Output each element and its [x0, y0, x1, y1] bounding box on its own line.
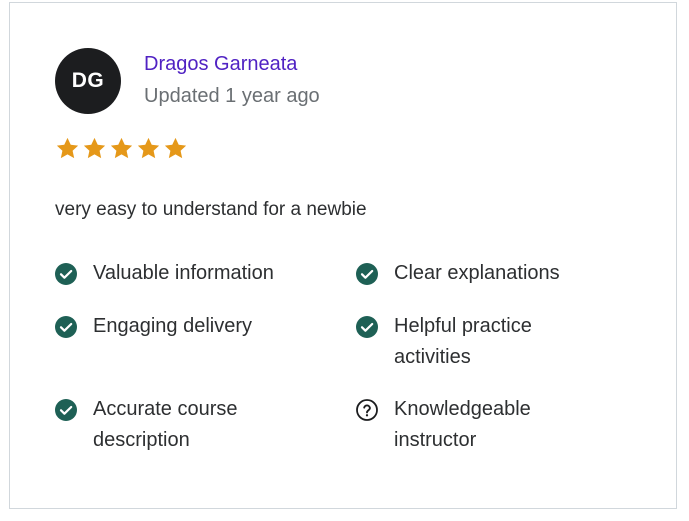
star-icon	[56, 137, 79, 159]
check-circle-icon	[356, 316, 378, 338]
feature-item: Helpful practice activities	[356, 314, 566, 373]
avatar: DG	[55, 48, 121, 114]
check-circle-icon	[356, 263, 378, 285]
reviewer-name[interactable]: Dragos Garneata	[144, 52, 297, 76]
feature-label: Helpful practice activities	[394, 315, 532, 368]
feature-label: Valuable information	[93, 262, 274, 284]
feature-item: Engaging delivery	[55, 314, 315, 342]
review-comment: very easy to understand for a newbie	[55, 199, 367, 220]
star-icon	[164, 137, 187, 159]
review-timestamp: Updated 1 year ago	[144, 85, 320, 107]
star-icon	[83, 137, 106, 159]
feature-label: Knowledgeable instructor	[394, 398, 531, 451]
check-circle-icon	[55, 399, 77, 421]
feature-item: Valuable information	[55, 261, 315, 289]
check-circle-icon	[55, 263, 77, 285]
check-circle-icon	[55, 316, 77, 338]
question-circle-icon	[356, 399, 378, 421]
feature-label: Engaging delivery	[93, 315, 252, 337]
feature-label: Clear explanations	[394, 262, 560, 284]
feature-label: Accurate course description	[93, 398, 238, 451]
feature-item: Knowledgeable instructor	[356, 397, 566, 456]
feature-item: Accurate course description	[55, 397, 270, 456]
star-rating	[55, 136, 188, 161]
feature-item: Clear explanations	[356, 261, 616, 289]
star-icon	[110, 137, 133, 159]
avatar-initials: DG	[71, 69, 105, 92]
review-card: DG Dragos Garneata Updated 1 year ago ve…	[9, 2, 677, 509]
star-icon	[137, 137, 160, 159]
